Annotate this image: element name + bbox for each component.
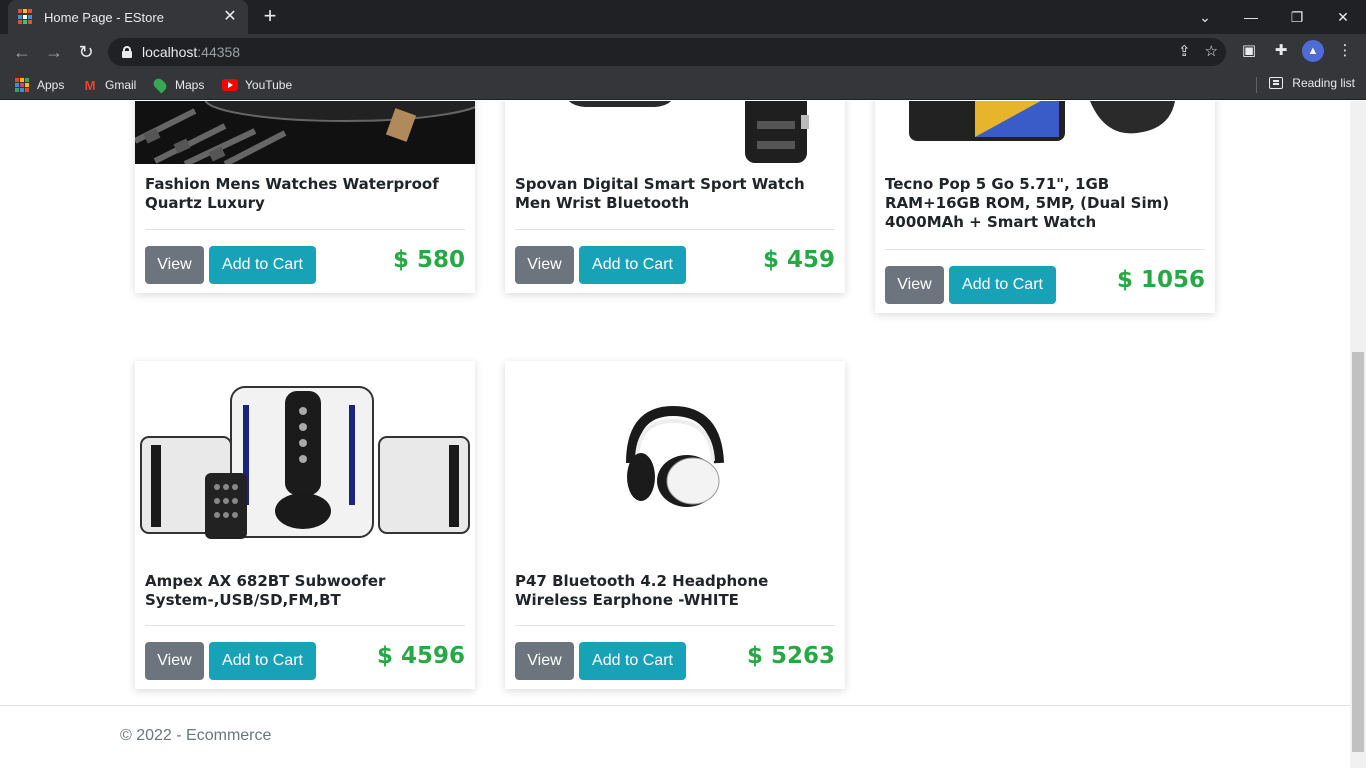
product-card: Tecno Pop 5 Go 5.71", 1GB RAM+16GB ROM, … [875, 101, 1215, 313]
add-to-cart-button[interactable]: Add to Cart [579, 246, 686, 284]
view-button[interactable]: View [515, 642, 574, 680]
back-arrow-icon[interactable]: ← [10, 40, 34, 64]
headphone-image[interactable] [505, 361, 845, 561]
bookmark-star-icon[interactable]: ☆ [1205, 42, 1218, 60]
menu-dots-icon[interactable]: ⋮ [1334, 40, 1356, 62]
phone-watch-image[interactable] [875, 101, 1215, 164]
add-to-cart-button[interactable]: Add to Cart [209, 246, 316, 284]
add-to-cart-button[interactable]: Add to Cart [579, 642, 686, 680]
tab-title: Home Page - EStore [44, 9, 164, 25]
bookmark-apps[interactable]: Apps [14, 76, 64, 94]
bookmarks-bar: Apps M Gmail Maps YouTube Reading list [0, 70, 1366, 100]
tab-search-chevron-icon[interactable]: ⌄ [1182, 0, 1228, 34]
bookmarks-divider [1256, 77, 1257, 93]
lock-icon[interactable] [122, 46, 132, 58]
bookmark-label: Maps [175, 78, 205, 92]
product-price: $ 4596 [376, 643, 465, 669]
bookmark-label: YouTube [245, 78, 293, 92]
reading-list-button[interactable]: Reading list [1269, 76, 1355, 90]
product-card: P47 Bluetooth 4.2 Headphone Wireless Ear… [505, 361, 845, 689]
youtube-icon [222, 77, 238, 93]
bookmark-gmail[interactable]: M Gmail [82, 76, 137, 94]
subwoofer-image[interactable] [135, 361, 475, 561]
bookmark-label: Apps [37, 78, 65, 92]
scrollbar-thumb[interactable] [1352, 352, 1364, 752]
product-price: $ 459 [762, 247, 835, 273]
product-price: $ 1056 [1116, 267, 1205, 293]
url-host: localhost [142, 44, 198, 60]
maps-icon [151, 76, 169, 94]
minimize-button[interactable]: — [1228, 0, 1274, 34]
reading-list-label: Reading list [1292, 76, 1355, 90]
close-window-button[interactable]: ✕ [1320, 0, 1366, 34]
apps-grid-icon [14, 77, 30, 93]
address-bar[interactable]: localhost:44358 ⇪ ☆ [108, 38, 1226, 66]
browser-tab[interactable]: Home Page - EStore ✕ [8, 0, 248, 34]
restore-button[interactable]: ❐ [1274, 0, 1320, 34]
bookmark-maps[interactable]: Maps [151, 76, 205, 94]
tab-close-icon[interactable]: ✕ [222, 9, 238, 25]
reload-icon[interactable]: ↻ [74, 40, 98, 64]
extension-puzzle-box-icon[interactable]: ▣ [1238, 40, 1260, 62]
page-viewport: Fashion Mens Watches Waterproof Quartz L… [0, 101, 1350, 768]
product-card: Fashion Mens Watches Waterproof Quartz L… [135, 101, 475, 293]
share-icon[interactable]: ⇪ [1178, 42, 1191, 60]
product-title[interactable]: P47 Bluetooth 4.2 Headphone Wireless Ear… [515, 572, 835, 610]
footer-copyright: © 2022 - Ecommerce [120, 727, 272, 744]
view-button[interactable]: View [885, 266, 944, 304]
bookmark-label: Gmail [105, 78, 137, 92]
product-title[interactable]: Fashion Mens Watches Waterproof Quartz L… [145, 175, 465, 213]
view-button[interactable]: View [145, 246, 204, 284]
product-card: Ampex AX 682BT Subwoofer System-,USB/SD,… [135, 361, 475, 689]
view-button[interactable]: View [515, 246, 574, 284]
card-divider [885, 249, 1205, 250]
browser-tabbar: Home Page - EStore ✕ + ⌄ — ❐ ✕ [0, 0, 1366, 34]
footer-divider [0, 705, 1350, 706]
bookmark-youtube[interactable]: YouTube [222, 76, 292, 94]
new-tab-button[interactable]: + [258, 5, 282, 29]
extensions-puzzle-icon[interactable]: ✚ [1270, 40, 1292, 62]
product-title[interactable]: Spovan Digital Smart Sport Watch Men Wri… [515, 175, 835, 213]
view-button[interactable]: View [145, 642, 204, 680]
product-price: $ 5263 [746, 643, 835, 669]
add-to-cart-button[interactable]: Add to Cart [949, 266, 1056, 304]
profile-avatar[interactable]: ▲ [1302, 40, 1324, 62]
page-scrollbar[interactable] [1350, 101, 1366, 768]
product-title[interactable]: Ampex AX 682BT Subwoofer System-,USB/SD,… [145, 572, 465, 610]
product-price: $ 580 [392, 247, 465, 273]
card-divider [145, 229, 465, 230]
card-divider [515, 229, 835, 230]
product-card: Spovan Digital Smart Sport Watch Men Wri… [505, 101, 845, 293]
watch-image[interactable] [135, 101, 475, 164]
gmail-icon: M [84, 77, 96, 93]
estore-favicon-icon [18, 9, 34, 25]
card-divider [515, 625, 835, 626]
add-to-cart-button[interactable]: Add to Cart [209, 642, 316, 680]
card-divider [145, 625, 465, 626]
forward-arrow-icon[interactable]: → [42, 40, 66, 64]
browser-toolbar: ← → ↻ localhost:44358 ⇪ ☆ ▣ ✚ ▲ ⋮ [0, 34, 1366, 70]
reading-list-icon [1269, 77, 1284, 89]
url-port: :44358 [197, 44, 241, 60]
product-title[interactable]: Tecno Pop 5 Go 5.71", 1GB RAM+16GB ROM, … [885, 175, 1205, 232]
smartwatch-image[interactable] [505, 101, 845, 164]
